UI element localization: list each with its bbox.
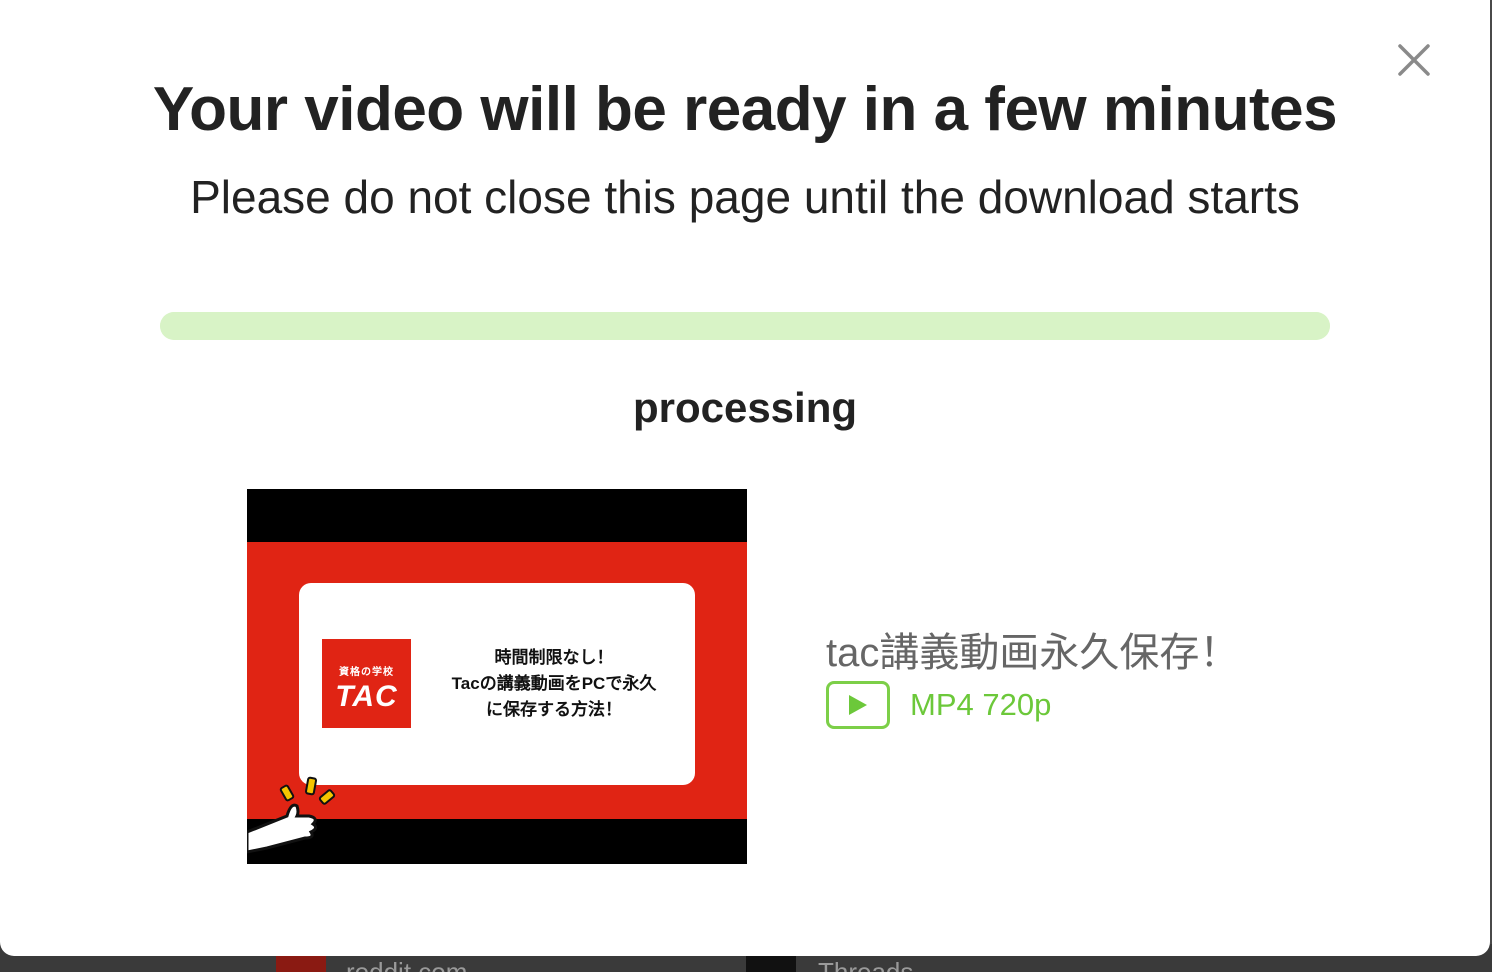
tac-logo-big: TAC bbox=[335, 680, 398, 713]
thumbnail-line-2: Tacの講義動画をPCで永久 bbox=[451, 674, 657, 693]
download-modal: Your video will be ready in a few minute… bbox=[0, 0, 1490, 956]
close-icon bbox=[1398, 44, 1430, 76]
thumbnail-card: 資格の学校 TAC 時間制限なし！ Tacの講義動画をPCで永久 に保存する方法… bbox=[299, 583, 695, 785]
tac-logo-small: 資格の学校 bbox=[339, 667, 394, 678]
video-title: tac講義動画永久保存！ bbox=[826, 631, 1240, 675]
progress-fill bbox=[160, 312, 1330, 340]
status-text: processing bbox=[632, 384, 858, 431]
modal-title: Your video will be ready in a few minute… bbox=[152, 75, 1338, 144]
thumbnail-line-3: に保存する方法！ bbox=[486, 700, 622, 719]
progress-bar bbox=[160, 312, 1330, 340]
format-label[interactable]: MP4 720p bbox=[910, 687, 1051, 723]
tac-logo: 資格の学校 TAC bbox=[322, 639, 411, 728]
thumbnail-line-1: 時間制限なし！ bbox=[494, 648, 614, 667]
play-button[interactable] bbox=[826, 681, 890, 729]
thumbnail-red-band: 資格の学校 TAC 時間制限なし！ Tacの講義動画をPCで永久 に保存する方法… bbox=[247, 542, 747, 854]
format-option-mp4-720p[interactable]: MP4 720p bbox=[826, 681, 1051, 729]
thumbs-up-hand-icon bbox=[247, 776, 336, 854]
modal-subtitle: Please do not close this page until the … bbox=[190, 171, 1300, 223]
thumbnail-text: 時間制限なし！ Tacの講義動画をPCで永久 に保存する方法！ bbox=[425, 645, 683, 723]
play-icon bbox=[849, 695, 867, 715]
video-thumbnail: 資格の学校 TAC 時間制限なし！ Tacの講義動画をPCで永久 に保存する方法… bbox=[247, 489, 747, 864]
close-button[interactable] bbox=[1396, 42, 1432, 78]
